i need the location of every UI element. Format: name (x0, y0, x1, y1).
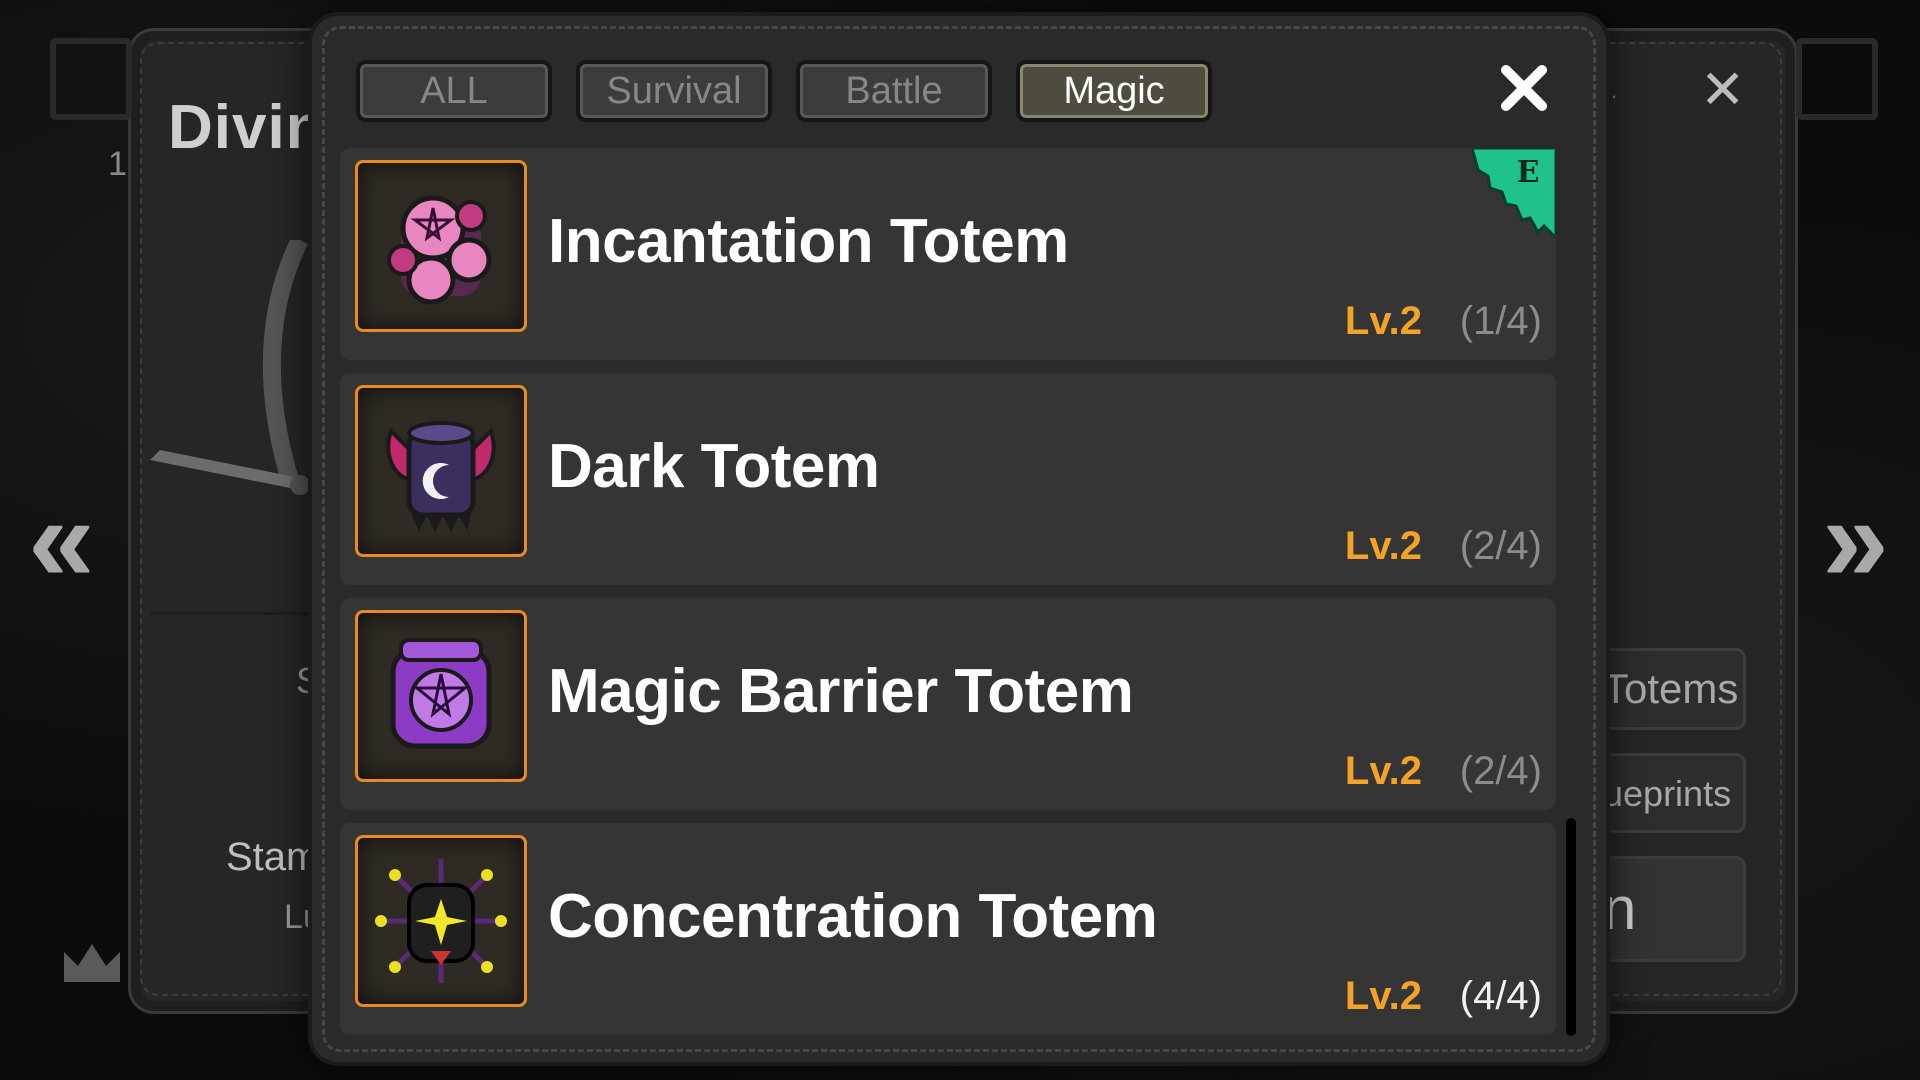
dark-totem-icon (355, 385, 527, 557)
totem-name: Concentration Totem (548, 882, 1158, 951)
list-item[interactable]: Concentration Totem Lv.2 (4/4) (340, 823, 1556, 1035)
equipped-badge-icon: E (1472, 148, 1556, 238)
totem-count: (2/4) (1459, 524, 1542, 568)
corner-frame (50, 38, 132, 120)
crown-icon (64, 944, 120, 982)
background-close-icon[interactable]: ✕ (1700, 58, 1745, 121)
tab-survival[interactable]: Survival (576, 60, 772, 122)
category-tabs: ALL Survival Battle Magic (356, 60, 1212, 122)
totem-count: (4/4) (1459, 974, 1542, 1018)
divider (150, 612, 320, 615)
scrollbar[interactable] (1566, 818, 1576, 1036)
next-arrow-icon[interactable]: » (1822, 480, 1889, 600)
blueprints-button[interactable]: ueprints (1594, 753, 1746, 833)
tab-magic[interactable]: Magic (1016, 60, 1212, 122)
totem-name: Incantation Totem (548, 207, 1069, 276)
corner-frame (1796, 38, 1878, 120)
totem-name: Magic Barrier Totem (548, 657, 1134, 726)
sword-icon (150, 240, 310, 495)
incantation-totem-icon (355, 160, 527, 332)
list-item[interactable]: Incantation Totem Lv.2 (1/4) E (340, 148, 1556, 360)
background-panel-title: Divin (168, 93, 325, 162)
totem-name: Dark Totem (548, 432, 880, 501)
list-item[interactable]: Magic Barrier Totem Lv.2 (2/4) (340, 598, 1556, 810)
background-stat-stamina: Stam (226, 835, 320, 879)
totem-level: Lv.2 (1344, 299, 1422, 343)
totem-level: Lv.2 (1344, 524, 1422, 568)
close-icon[interactable] (1496, 60, 1552, 116)
concentration-totem-icon (355, 835, 527, 1007)
totems-button[interactable]: Totems (1594, 648, 1746, 730)
totem-count: (2/4) (1459, 749, 1542, 793)
background-number: 1 (108, 145, 127, 183)
list-item[interactable]: Dark Totem Lv.2 (2/4) (340, 373, 1556, 585)
totem-count: (1/4) (1459, 299, 1542, 343)
totem-list-modal: ALL Survival Battle Magic Incantation To… (312, 16, 1606, 1062)
totem-list[interactable]: Incantation Totem Lv.2 (1/4) E Dark Tote… (340, 148, 1556, 1046)
tab-all[interactable]: ALL (356, 60, 552, 122)
badge-letter: E (1517, 155, 1540, 190)
main-action-button[interactable]: n (1594, 856, 1746, 962)
totem-level: Lv.2 (1344, 749, 1422, 793)
tab-battle[interactable]: Battle (796, 60, 992, 122)
magic-barrier-totem-icon (355, 610, 527, 782)
totem-level: Lv.2 (1344, 974, 1422, 1018)
previous-arrow-icon[interactable]: « (28, 480, 95, 600)
